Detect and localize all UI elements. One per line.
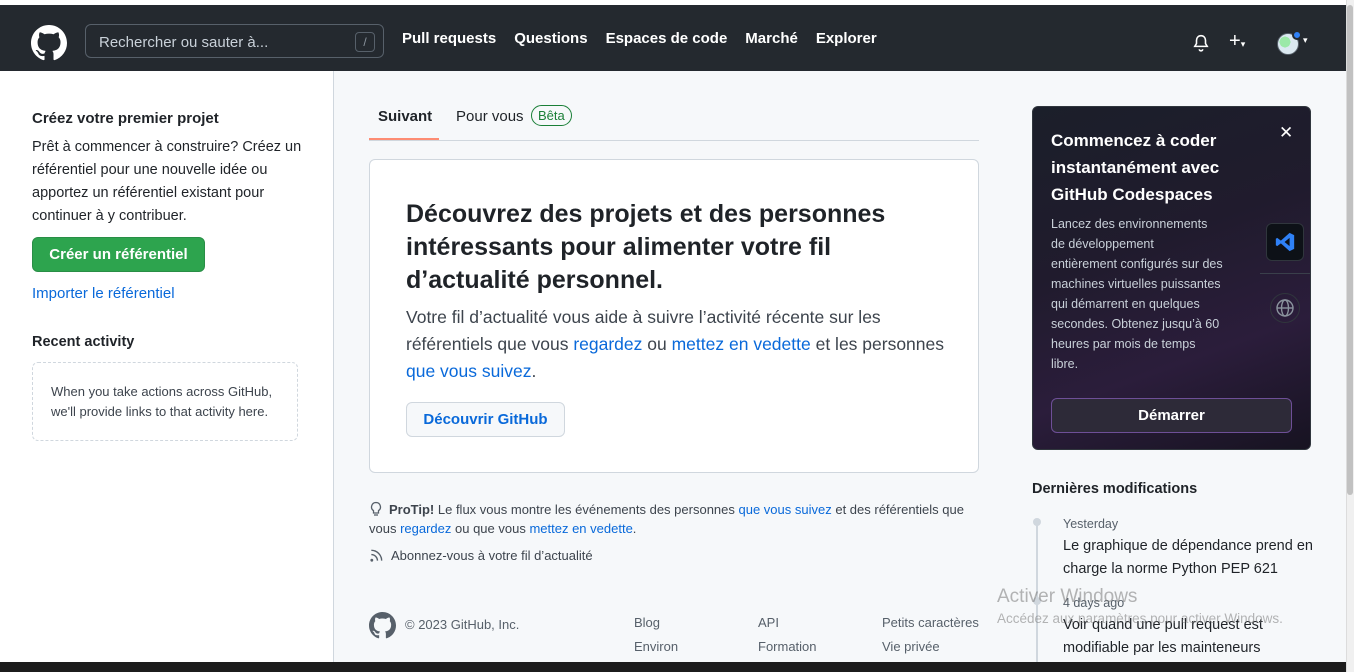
- feed-tabs: Suivant Pour vous Bêta: [369, 96, 979, 141]
- github-logo-icon[interactable]: [31, 25, 67, 61]
- footer-copyright: © 2023 GitHub, Inc.: [405, 617, 520, 632]
- sidebar-description: Prêt à commencer à construire? Créez un …: [32, 139, 302, 224]
- protip: ProTip! Le flux vous montre les événemen…: [369, 501, 964, 536]
- explore-github-button[interactable]: Découvrir GitHub: [406, 402, 565, 437]
- windows-activation-subtext: Accédez aux paramètres pour activer Wind…: [997, 611, 1283, 626]
- footer-link-training[interactable]: Formation: [758, 639, 817, 654]
- rss-subscribe-link[interactable]: Abonnez-vous à votre fil d’actualité: [369, 548, 593, 563]
- windows-activation-watermark: Activer Windows: [997, 586, 1138, 607]
- nav-pull-requests[interactable]: Pull requests: [402, 30, 496, 47]
- rss-label: Abonnez-vous à votre fil d’actualité: [391, 548, 593, 563]
- timeline-dot: [1033, 518, 1041, 526]
- sidebar-title: Créez votre premier projet: [32, 110, 219, 127]
- plus-icon: +: [1229, 30, 1241, 52]
- tab-for-you[interactable]: Pour vous: [456, 108, 524, 125]
- start-codespace-button[interactable]: Démarrer: [1051, 398, 1292, 433]
- protip-follow-link[interactable]: que vous suivez: [739, 502, 832, 517]
- search-input[interactable]: Rechercher ou sauter à... /: [85, 24, 384, 58]
- search-placeholder: Rechercher ou sauter à...: [99, 34, 269, 51]
- footer-link-blog[interactable]: Blog: [634, 615, 660, 630]
- import-repository-link[interactable]: Importer le référentiel: [32, 285, 175, 302]
- search-shortcut-badge: /: [355, 32, 375, 52]
- footer-link-terms[interactable]: Petits caractères: [882, 615, 979, 630]
- main-nav: Pull requests Questions Espaces de code …: [402, 30, 877, 47]
- codespaces-promo: Commencez à coder instantanément avec Gi…: [1032, 106, 1311, 450]
- os-taskbar: [0, 662, 1346, 672]
- discover-title: Découvrez des projets et des personnes i…: [406, 200, 886, 294]
- chevron-down-icon: ▾: [1240, 39, 1246, 49]
- footer-github-logo-icon[interactable]: [369, 612, 396, 639]
- protip-star-link[interactable]: mettez en vedette: [529, 521, 632, 536]
- footer-link-about[interactable]: Environ: [634, 639, 678, 654]
- promo-title: Commencez à coder instantanément avec Gi…: [1051, 131, 1220, 204]
- footer-link-api[interactable]: API: [758, 615, 779, 630]
- nav-codespaces[interactable]: Espaces de code: [606, 30, 728, 47]
- tab-following[interactable]: Suivant: [378, 108, 432, 125]
- notifications-bell-icon[interactable]: [1192, 34, 1210, 52]
- create-repository-button[interactable]: Créer un référentiel: [32, 237, 205, 272]
- scrollbar-thumb[interactable]: [1347, 5, 1353, 495]
- close-icon[interactable]: ✕: [1279, 123, 1293, 143]
- changelog-date: Yesterday: [1063, 517, 1119, 531]
- discover-card: Découvrez des projets et des personnes i…: [369, 159, 979, 473]
- active-tab-underline: [369, 138, 439, 140]
- nav-explore[interactable]: Explorer: [816, 30, 877, 47]
- vscode-icon: [1266, 223, 1304, 261]
- promo-text: Lancez des environnements de développeme…: [1051, 217, 1223, 371]
- lightbulb-icon: [370, 501, 382, 516]
- changelog-title: Dernières modifications: [1032, 481, 1198, 497]
- watch-link[interactable]: regardez: [573, 334, 642, 354]
- status-dot: [1292, 30, 1302, 40]
- protip-watch-link[interactable]: regardez: [400, 521, 451, 536]
- recent-activity-placeholder: When you take actions across GitHub, we'…: [32, 362, 298, 441]
- footer-link-privacy[interactable]: Vie privée: [882, 639, 940, 654]
- beta-badge: Bêta: [531, 105, 572, 126]
- protip-label: ProTip!: [389, 502, 435, 517]
- recent-activity-title: Recent activity: [32, 334, 135, 350]
- global-header: Rechercher ou sauter à... / Pull request…: [0, 5, 1346, 71]
- create-new-button[interactable]: +▾: [1229, 30, 1246, 53]
- avatar-chevron-down-icon[interactable]: ▾: [1303, 35, 1308, 46]
- promo-divider: [1260, 273, 1310, 274]
- changelog-item-link[interactable]: Le graphique de dépendance prend en char…: [1063, 535, 1313, 581]
- star-link[interactable]: mettez en vedette: [672, 334, 811, 354]
- globe-icon: [1270, 293, 1300, 323]
- nav-issues[interactable]: Questions: [514, 30, 587, 47]
- nav-marketplace[interactable]: Marché: [745, 30, 798, 47]
- rss-icon: [370, 549, 383, 562]
- follow-link[interactable]: que vous suivez: [406, 361, 532, 381]
- discover-text: Votre fil d’actualité vous aide à suivre…: [406, 307, 945, 381]
